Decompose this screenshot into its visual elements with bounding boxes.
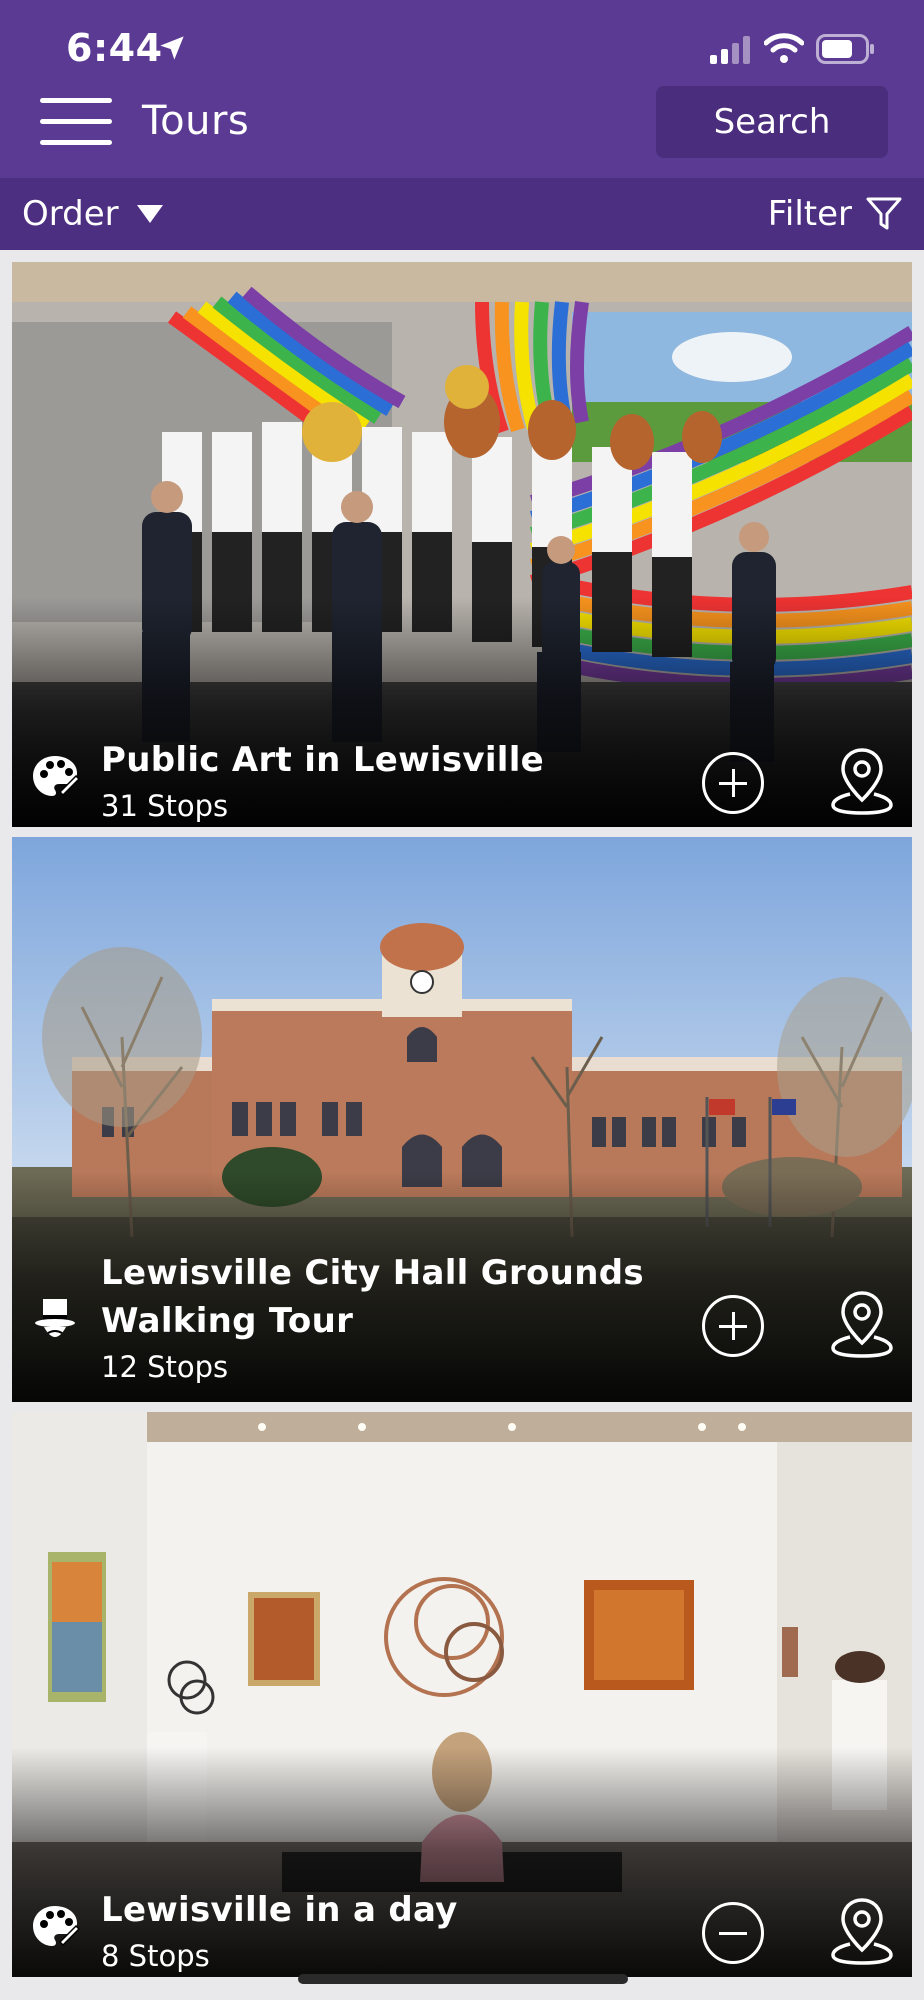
order-label: Order <box>22 194 119 234</box>
tour-card-city-hall[interactable]: Lewisville City Hall Grounds Walking Tou… <box>12 837 912 1402</box>
map-pin-icon[interactable] <box>830 746 894 816</box>
top-hat-icon <box>35 1299 75 1337</box>
tour-text: Lewisville City Hall Grounds Walking Tou… <box>101 1249 644 1387</box>
order-dropdown[interactable]: Order <box>22 192 163 236</box>
status-time: 6:44 <box>66 26 163 70</box>
tour-text: Public Art in Lewisville 31 Stops <box>101 736 544 826</box>
tour-card-public-art[interactable]: Public Art in Lewisville 31 Stops <box>12 262 912 827</box>
page-title: Tours <box>142 98 250 144</box>
caret-down-icon <box>136 205 163 223</box>
palette-icon <box>33 1906 80 1947</box>
status-bar: 6:44 <box>0 0 924 80</box>
tour-title: Lewisville in a day <box>101 1890 458 1930</box>
wifi-icon <box>764 33 804 63</box>
tour-stops-count: 12 Stops <box>101 1350 229 1384</box>
hamburger-menu-icon[interactable] <box>40 98 114 148</box>
tour-card-lewisville-day[interactable]: Lewisville in a day 8 Stops <box>12 1412 912 1977</box>
filter-button[interactable]: Filter <box>768 192 902 236</box>
cellular-signal-icon <box>710 36 750 64</box>
app-header: 6:44 Tours Search Order Filter <box>0 0 924 250</box>
map-pin-icon[interactable] <box>830 1289 894 1359</box>
battery-icon <box>816 34 874 64</box>
search-button[interactable]: Search <box>656 86 888 158</box>
add-tour-button[interactable] <box>702 1295 764 1357</box>
tour-title: Public Art in Lewisville <box>101 740 545 780</box>
location-arrow-icon <box>160 36 184 60</box>
home-indicator[interactable] <box>298 1974 628 1984</box>
add-tour-button[interactable] <box>702 752 764 814</box>
palette-icon <box>33 756 80 797</box>
remove-tour-button[interactable] <box>702 1902 764 1964</box>
tour-stops-count: 8 Stops <box>101 1939 210 1973</box>
filter-label: Filter <box>767 194 852 234</box>
tour-title-line-1: Lewisville City Hall Grounds <box>101 1253 644 1293</box>
tour-text: Lewisville in a day 8 Stops <box>101 1886 458 1976</box>
order-filter-bar: Order Filter <box>0 178 924 250</box>
tour-title-line-2: Walking Tour <box>101 1301 354 1341</box>
funnel-icon <box>866 197 902 230</box>
map-pin-icon[interactable] <box>830 1896 894 1966</box>
tour-stops-count: 31 Stops <box>101 789 229 823</box>
